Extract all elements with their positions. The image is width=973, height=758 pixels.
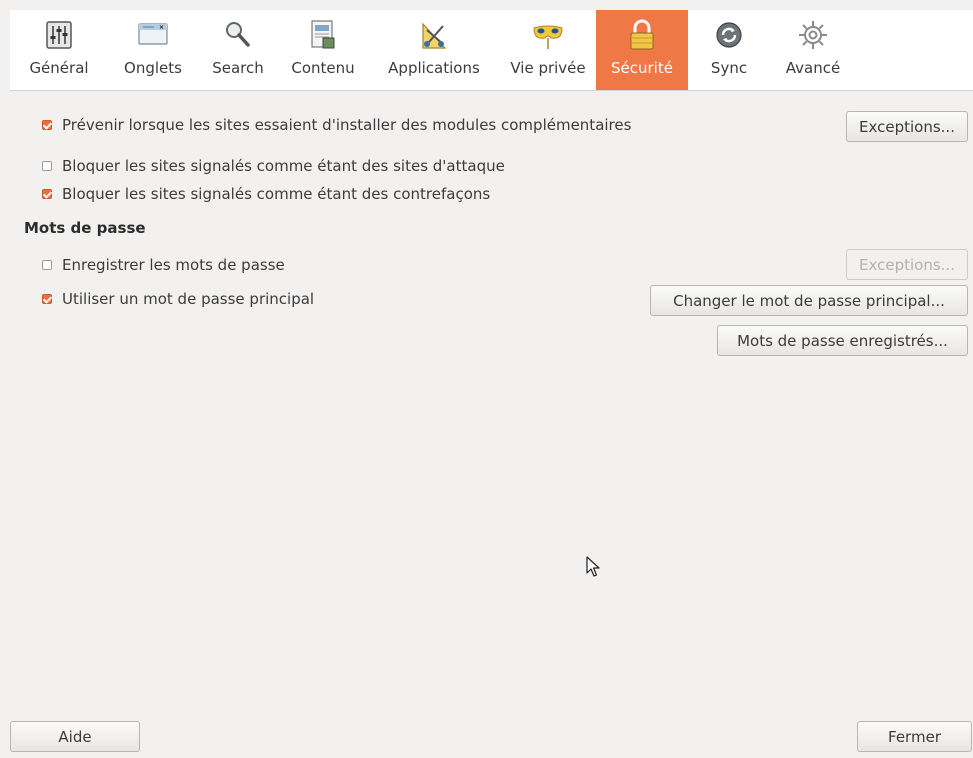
tab-contenu[interactable]: Contenu (278, 10, 368, 90)
block-forgery-label: Bloquer les sites signalés comme étant d… (62, 185, 491, 203)
tab-label: Vie privée (510, 59, 586, 77)
applications-tools-icon (422, 22, 447, 49)
tab-label: Onglets (124, 59, 182, 77)
warn-addons-label: Prévenir lorsque les sites essaient d'in… (62, 116, 632, 134)
block-attack-label: Bloquer les sites signalés comme étant d… (62, 157, 505, 175)
remember-passwords-checkbox-row[interactable]: Enregistrer les mots de passe (42, 256, 285, 274)
tab-general[interactable]: Général (10, 10, 108, 90)
tabs-window-icon (138, 23, 168, 45)
tab-onglets[interactable]: Onglets (108, 10, 198, 90)
tab-vie-privee[interactable]: Vie privée (500, 10, 596, 90)
warn-addons-checkbox[interactable] (42, 120, 52, 130)
block-attack-checkbox-row[interactable]: Bloquer les sites signalés comme étant d… (42, 157, 505, 175)
passwords-exceptions-button[interactable]: Exceptions... (846, 249, 968, 280)
advanced-gear-icon (799, 21, 827, 49)
tab-search[interactable]: Search (198, 10, 278, 90)
tab-label: Contenu (291, 59, 355, 77)
master-password-label: Utiliser un mot de passe principal (62, 290, 315, 308)
addons-exceptions-button[interactable]: Exceptions... (846, 111, 968, 142)
remember-passwords-label: Enregistrer les mots de passe (62, 256, 285, 274)
privacy-mask-icon (533, 25, 563, 49)
tab-avance[interactable]: Avancé (770, 10, 856, 90)
sync-arrows-icon (716, 22, 742, 48)
tab-sync[interactable]: Sync (688, 10, 770, 90)
tab-label: Général (29, 59, 89, 77)
general-sliders-icon (46, 21, 72, 49)
block-forgery-checkbox[interactable] (42, 189, 52, 199)
tab-label: Sécurité (611, 59, 673, 77)
tab-label: Applications (388, 59, 480, 77)
tab-label: Sync (710, 59, 748, 77)
master-password-checkbox[interactable] (42, 294, 52, 304)
security-padlock-icon (630, 19, 654, 50)
tab-securite[interactable]: Sécurité (596, 10, 688, 90)
tab-label: Avancé (785, 59, 841, 77)
preferences-toolbar: Général Onglets Search Contenu Applicati… (10, 10, 973, 91)
search-magnifier-icon (226, 22, 250, 47)
help-button[interactable]: Aide (10, 721, 140, 752)
warn-addons-checkbox-row[interactable]: Prévenir lorsque les sites essaient d'in… (42, 116, 631, 134)
content-page-icon (311, 20, 335, 49)
close-button[interactable]: Fermer (857, 721, 972, 752)
remember-passwords-checkbox[interactable] (42, 260, 52, 270)
tab-label: Search (212, 59, 264, 77)
change-master-password-button[interactable]: Changer le mot de passe principal... (650, 285, 968, 316)
tab-applications[interactable]: Applications (368, 10, 500, 90)
saved-passwords-button[interactable]: Mots de passe enregistrés... (717, 325, 968, 356)
block-attack-checkbox[interactable] (42, 161, 52, 171)
master-password-checkbox-row[interactable]: Utiliser un mot de passe principal (42, 290, 314, 308)
block-forgery-checkbox-row[interactable]: Bloquer les sites signalés comme étant d… (42, 185, 490, 203)
mouse-pointer-icon (586, 556, 600, 577)
passwords-section-title: Mots de passe (24, 219, 146, 237)
